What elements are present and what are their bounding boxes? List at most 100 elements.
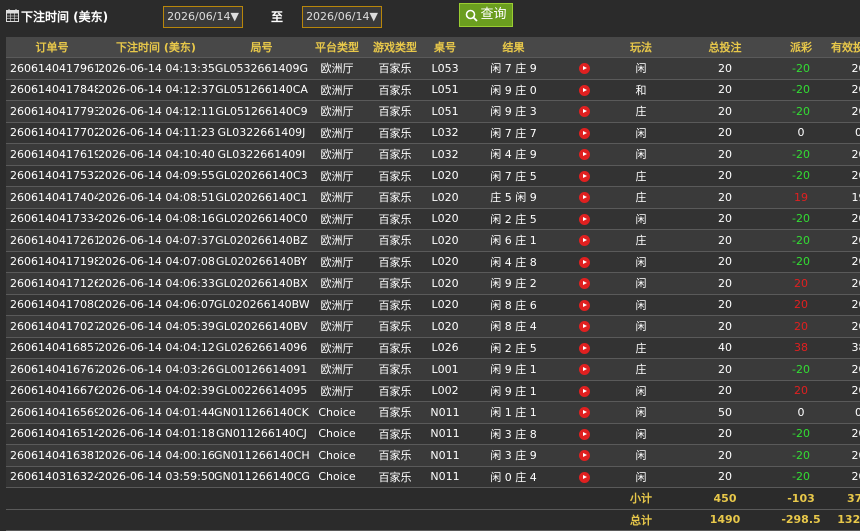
total-bet-cell: 20 (675, 208, 775, 230)
col-bet-time: 下注时间 (美东) (98, 37, 214, 58)
table-no-cell: L020 (425, 165, 465, 187)
order-id-cell: 260614041651439 (6, 423, 98, 445)
platform-cell: Choice (309, 401, 365, 424)
play-replay-icon[interactable] (579, 407, 590, 419)
replay-cell (562, 100, 607, 123)
round-id-cell: GL020266140BZ (214, 229, 309, 252)
play-replay-icon[interactable] (579, 428, 590, 440)
to-label: 至 (271, 10, 284, 24)
bet-type-cell: 庄 (607, 337, 675, 359)
platform-cell: 欧洲厅 (309, 315, 365, 338)
replay-cell (562, 229, 607, 252)
total-bet-cell: 20 (675, 294, 775, 316)
valid-bet-cell: 0 (827, 401, 860, 424)
payout-cell: -20 (775, 251, 827, 273)
round-id-cell: GL0532661409G (214, 57, 309, 80)
game-type-cell: 百家乐 (365, 186, 425, 209)
col-total-bet: 总投注 (675, 37, 775, 58)
round-id-cell: GL020266140BY (214, 251, 309, 273)
game-type-cell: 百家乐 (365, 294, 425, 316)
valid-bet-cell: 20 (827, 272, 860, 295)
platform-cell: 欧洲厅 (309, 294, 365, 316)
play-replay-icon[interactable] (579, 84, 590, 96)
play-replay-icon[interactable] (579, 450, 590, 462)
round-id-cell: GN011266140CG (214, 466, 309, 488)
start-date-select[interactable]: 2026/06/14▼ (163, 6, 243, 28)
subtotal-payout: -103 (775, 487, 827, 510)
bet-type-cell: 庄 (607, 165, 675, 187)
table-row: 2606140417198782026-06-14 04:07:08GL0202… (6, 251, 860, 273)
table-row: 2606140316324642026-06-14 03:59:50GN0112… (6, 466, 860, 488)
game-type-cell: 百家乐 (365, 57, 425, 80)
bet-records-table: 订单号 下注时间 (美东) 局号 平台类型 游戏类型 桌号 结果 玩法 总投注 … (6, 37, 860, 531)
payout-cell: -20 (775, 165, 827, 187)
round-id-cell: GL020266140C3 (214, 165, 309, 187)
order-id-cell: 260614031632464 (6, 466, 98, 488)
total-bet-cell: 20 (675, 272, 775, 295)
table-no-cell: N011 (425, 423, 465, 445)
end-date-select[interactable]: 2026/06/14▼ (302, 6, 382, 28)
round-id-cell: GL0322661409I (214, 143, 309, 166)
play-replay-icon[interactable] (579, 127, 590, 139)
table-row: 2606140416767832026-06-14 04:03:26GL0012… (6, 358, 860, 381)
col-bet-type: 玩法 (607, 37, 675, 58)
play-replay-icon[interactable] (579, 278, 590, 290)
subtotal-valid: 377 (827, 487, 860, 510)
table-row: 2606140416676762026-06-14 04:02:39GL0022… (6, 380, 860, 402)
play-replay-icon[interactable] (579, 235, 590, 247)
bet-type-cell: 闲 (607, 380, 675, 402)
round-id-cell: GL051266140CA (214, 79, 309, 101)
payout-cell: 19 (775, 186, 827, 209)
play-replay-icon[interactable] (579, 192, 590, 204)
play-replay-icon[interactable] (579, 364, 590, 376)
result-cell: 闲 4 庄 9 (465, 143, 562, 166)
dropdown-arrow-icon: ▼ (230, 10, 239, 23)
bet-time-cell: 2026-06-14 04:10:40 (98, 143, 214, 166)
replay-cell (562, 423, 607, 445)
payout-cell: 38 (775, 337, 827, 359)
round-id-cell: GL020266140BV (214, 315, 309, 338)
grandtotal-payout: -298.5 (775, 509, 827, 531)
total-bet-cell: 40 (675, 337, 775, 359)
play-replay-icon[interactable] (579, 471, 590, 483)
play-replay-icon[interactable] (579, 321, 590, 333)
bet-type-cell: 闲 (607, 444, 675, 467)
bet-type-cell: 闲 (607, 208, 675, 230)
bet-time-cell: 2026-06-14 04:01:44 (98, 401, 214, 424)
valid-bet-cell: 20 (827, 100, 860, 123)
bet-time-cell: 2026-06-14 04:08:51 (98, 186, 214, 209)
platform-cell: 欧洲厅 (309, 79, 365, 101)
valid-bet-cell: 20 (827, 165, 860, 187)
payout-cell: -20 (775, 466, 827, 488)
play-replay-icon[interactable] (579, 149, 590, 161)
round-id-cell: GL020266140C0 (214, 208, 309, 230)
play-replay-icon[interactable] (579, 385, 590, 397)
order-id-cell: 260614041733429 (6, 208, 98, 230)
play-replay-icon[interactable] (579, 170, 590, 182)
round-id-cell: GL020266140BW (214, 294, 309, 316)
order-id-cell: 260614041740412 (6, 186, 98, 209)
play-replay-icon[interactable] (579, 213, 590, 225)
play-replay-icon[interactable] (579, 63, 590, 75)
payout-cell: 20 (775, 272, 827, 295)
total-bet-cell: 20 (675, 358, 775, 381)
play-replay-icon[interactable] (579, 342, 590, 354)
bet-type-cell: 庄 (607, 186, 675, 209)
result-cell: 闲 0 庄 4 (465, 466, 562, 488)
game-type-cell: 百家乐 (365, 466, 425, 488)
play-replay-icon[interactable] (579, 299, 590, 311)
bet-time-cell: 2026-06-14 04:07:37 (98, 229, 214, 252)
bet-type-cell: 和 (607, 79, 675, 101)
order-id-cell: 260614041667676 (6, 380, 98, 402)
valid-bet-cell: 19 (827, 186, 860, 209)
payout-cell: -20 (775, 423, 827, 445)
result-cell: 闲 9 庄 1 (465, 380, 562, 402)
payout-cell: -20 (775, 229, 827, 252)
result-cell: 闲 8 庄 6 (465, 294, 562, 316)
query-button[interactable]: 查询 (459, 3, 513, 27)
table-row: 2606140417532222026-06-14 04:09:55GL0202… (6, 165, 860, 187)
grandtotal-row: 总计 1490 -298.5 1321.5 (6, 509, 860, 531)
play-replay-icon[interactable] (579, 106, 590, 118)
play-replay-icon[interactable] (579, 256, 590, 268)
table-no-cell: L051 (425, 79, 465, 101)
